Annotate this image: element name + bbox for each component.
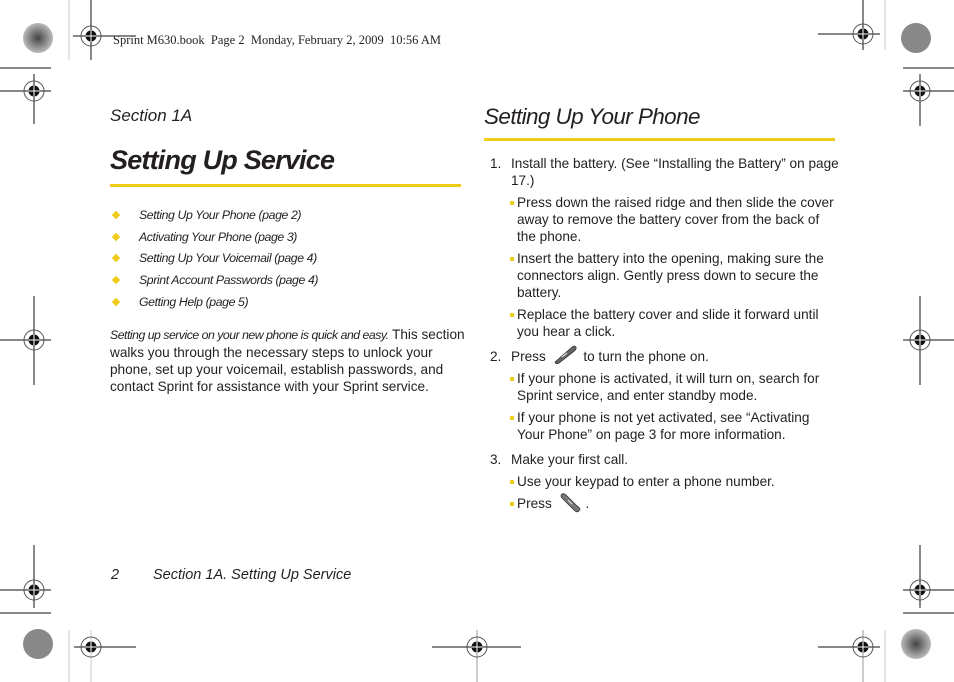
sub-step: Press down the raised ridge and then sli…: [510, 194, 840, 245]
diamond-bullet-icon: [111, 276, 121, 285]
subsection-underline: [484, 138, 835, 141]
square-bullet-icon: [510, 377, 514, 382]
diamond-bullet-icon: [111, 210, 121, 220]
diamond-bullet-icon: [111, 297, 121, 307]
square-bullet-icon: [510, 313, 514, 317]
step-text-before: Press: [511, 349, 546, 364]
sub-step: Insert the battery into the opening, mak…: [510, 250, 840, 301]
setup-steps: 1. Install the battery. (See “Installing…: [490, 155, 840, 513]
running-footer: Section 1A. Setting Up Service: [153, 567, 352, 583]
intro-paragraph: Setting up service on your new phone is …: [110, 326, 465, 395]
print-header: Sprint M630.book Page 2 Monday, February…: [113, 33, 441, 47]
sub-step-text: Press .: [517, 493, 840, 513]
toc-item[interactable]: Sprint Account Passwords (page 4): [110, 269, 318, 291]
step-text: Install the battery. (See “Installing th…: [511, 156, 839, 188]
intro-lead: Setting up service on your new phone is …: [110, 328, 389, 342]
step-3: 3. Make your first call.: [490, 451, 840, 468]
sub-step-text: Replace the battery cover and slide it f…: [517, 307, 819, 339]
toc-link[interactable]: Setting Up Your Phone (page 2): [139, 208, 302, 222]
title-underline: [110, 184, 461, 187]
sub-step-text: If your phone is not yet activated, see …: [517, 410, 810, 443]
square-bullet-icon: [510, 502, 514, 507]
square-bullet-icon: [510, 480, 514, 485]
sub-step-text: Insert the battery into the opening, mak…: [517, 251, 824, 300]
sub-step: Press .: [510, 493, 840, 513]
square-bullet-icon: [510, 416, 514, 421]
square-bullet-icon: [510, 201, 514, 205]
toc-link[interactable]: Setting Up Your Voicemail (page 4): [139, 251, 317, 265]
step-number: 2.: [490, 349, 502, 364]
toc-link[interactable]: Activating Your Phone (page 3): [139, 230, 297, 244]
sub-step-text: If your phone is activated, it will turn…: [517, 371, 820, 404]
diamond-bullet-icon: [111, 232, 121, 241]
star-target-icon: [23, 23, 53, 53]
toc-link[interactable]: Sprint Account Passwords (page 4): [139, 273, 318, 287]
step-text-after: to turn the phone on.: [583, 349, 709, 364]
toc-item[interactable]: Setting Up Your Phone (page 2): [110, 204, 318, 226]
toc-item[interactable]: Getting Help (page 5): [110, 291, 318, 313]
toc-item[interactable]: Activating Your Phone (page 3): [110, 226, 318, 248]
sub-step-text: Press down the raised ridge and then sli…: [517, 195, 834, 244]
sub-step: Replace the battery cover and slide it f…: [510, 306, 840, 340]
sub-step-text-after: .: [585, 496, 590, 512]
section-title: Setting Up Service: [110, 145, 335, 175]
sub-step-text-before: Press: [517, 496, 552, 512]
step-text: Press to turn the phone on.: [511, 346, 840, 365]
toc-item[interactable]: Setting Up Your Voicemail (page 4): [110, 248, 318, 270]
step-2: 2. Press to turn the phone on.: [490, 346, 840, 365]
sub-step-text: Use your keypad to enter a phone number.: [517, 474, 775, 490]
sub-step: Use your keypad to enter a phone number.: [510, 473, 840, 490]
sub-step: If your phone is not yet activated, see …: [510, 409, 840, 443]
page-number: 2: [111, 567, 120, 583]
step-number: 3.: [490, 452, 502, 468]
step-text: Make your first call.: [511, 452, 629, 468]
step-1: 1. Install the battery. (See “Installing…: [490, 155, 840, 189]
cmyk-target-icon: [901, 23, 931, 53]
subsection-title: Setting Up Your Phone: [484, 104, 701, 129]
diamond-bullet-icon: [111, 254, 121, 263]
talk-key-icon: [560, 493, 580, 513]
step-number: 1.: [490, 156, 502, 171]
sub-step: If your phone is activated, it will turn…: [510, 370, 840, 404]
end-power-key-icon: [554, 346, 576, 365]
section-label: Section 1A: [110, 106, 193, 125]
square-bullet-icon: [510, 257, 514, 261]
section-toc: Setting Up Your Phone (page 2) Activatin…: [110, 204, 318, 313]
toc-link[interactable]: Getting Help (page 5): [139, 295, 249, 309]
